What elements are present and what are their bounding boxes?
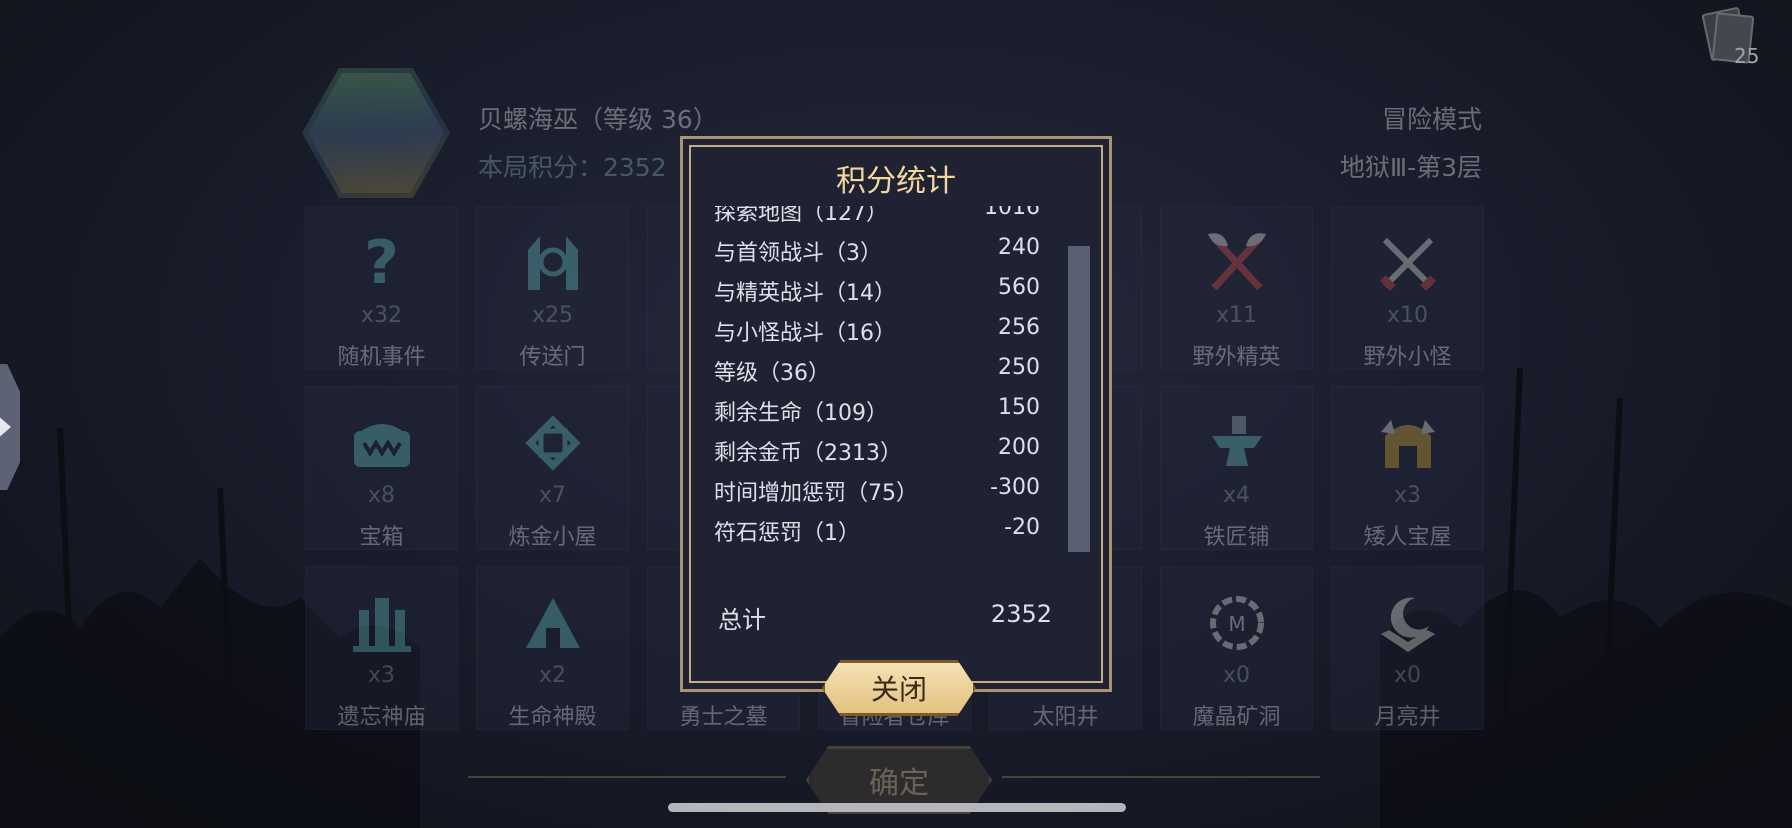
tile-field-elite: x11 野外精英 [1160, 206, 1313, 370]
row-value: 1016 [984, 206, 1040, 220]
score-list-scrollbar[interactable] [1068, 246, 1090, 692]
tile-label: 遗忘神庙 [337, 705, 426, 730]
row-name: 与精英战斗（14） [714, 281, 896, 306]
tile-label: 勇士之墓 [679, 705, 768, 730]
tile-moon-well: x0 月亮井 [1331, 566, 1484, 730]
game-mode: 冒险模式 [1381, 105, 1482, 134]
temple-icon [346, 587, 418, 659]
alchemy-icon [517, 407, 589, 479]
tile-count: x0 [1393, 663, 1422, 688]
shrine-icon [517, 587, 589, 659]
anvil-icon [1201, 407, 1273, 479]
row-value: 250 [998, 355, 1040, 380]
chest-icon [346, 407, 418, 479]
row-value: 150 [998, 395, 1040, 420]
row-name: 剩余生命（109） [714, 401, 888, 426]
row-name: 与首领战斗（3） [714, 241, 882, 266]
tile-label: 宝箱 [359, 525, 404, 550]
row-value: 200 [998, 435, 1040, 460]
tile-label: 野外小怪 [1363, 345, 1452, 370]
tile-count: x8 [367, 483, 396, 508]
tile-chest: x8 宝箱 [305, 386, 458, 550]
score-row: 剩余金币（2313） 200 [704, 428, 1066, 468]
score-row: 与小怪战斗（16） 256 [704, 308, 1066, 348]
row-name: 剩余金币（2313） [714, 441, 902, 466]
score-row: 与精英战斗（14） 560 [704, 268, 1066, 308]
tile-blacksmith: x4 铁匠铺 [1160, 386, 1313, 550]
run-score: 本局积分：2352 [478, 153, 667, 182]
tile-random-event: ? x32 随机事件 [305, 206, 458, 370]
close-button[interactable]: 关闭 [822, 660, 976, 716]
tile-count: x3 [1393, 483, 1422, 508]
modal-title: 积分统计 [836, 164, 956, 199]
tile-count: x0 [1222, 663, 1251, 688]
tile-count: x2 [538, 663, 567, 688]
tile-alchemy: x7 炼金小屋 [476, 386, 629, 550]
tile-label: 魔晶矿洞 [1192, 705, 1281, 730]
tile-label: 生命神殿 [508, 705, 597, 730]
home-indicator[interactable] [668, 803, 1126, 812]
tile-label: 太阳井 [1032, 705, 1099, 730]
tile-portal: x25 传送门 [476, 206, 629, 370]
svg-text:M: M [1228, 612, 1245, 636]
row-name: 等级（36） [714, 361, 830, 386]
crossed-swords-icon [1372, 227, 1444, 299]
score-row: 符石惩罚（1） -20 [704, 508, 1066, 548]
row-value: -20 [1004, 515, 1040, 540]
tile-forgotten-temple: x3 遗忘神庙 [305, 566, 458, 730]
score-list[interactable]: 探索地图（127） 1016 与首领战斗（3） 240 与精英战斗（14） 560 与… [704, 206, 1066, 620]
total-label: 总计 [718, 606, 766, 634]
tile-field-monster: x10 野外小怪 [1331, 206, 1484, 370]
row-name: 与小怪战斗（16） [714, 321, 896, 346]
divider-right [1002, 776, 1320, 778]
dwarf-helmet-icon [1372, 407, 1444, 479]
tile-label: 传送门 [519, 345, 586, 370]
score-row: 探索地图（127） 1016 [704, 206, 1066, 228]
tile-label: 矮人宝屋 [1363, 525, 1452, 550]
row-name: 探索地图（127） [714, 206, 888, 226]
tile-life-shrine: x2 生命神殿 [476, 566, 629, 730]
tile-label: 野外精英 [1192, 345, 1281, 370]
portal-icon [517, 227, 589, 299]
tile-count: x32 [360, 303, 402, 328]
question-icon: ? [364, 228, 399, 298]
row-name: 符石惩罚（1） [714, 521, 860, 546]
moon-well-icon [1372, 587, 1444, 659]
score-row: 与首领战斗（3） 240 [704, 228, 1066, 268]
score-row: 时间增加惩罚（75） -300 [704, 468, 1066, 508]
tile-count: x3 [367, 663, 396, 688]
divider-left [468, 776, 786, 778]
score-stats-modal: 积分统计 探索地图（127） 1016 与首领战斗（3） 240 与精英战斗（14）… [680, 136, 1112, 692]
tile-count: x11 [1215, 303, 1257, 328]
hero-avatar [302, 68, 450, 198]
tile-label: 随机事件 [337, 345, 426, 370]
tile-dwarf-treasury: x3 矮人宝屋 [1331, 386, 1484, 550]
scrollbar-thumb[interactable] [1068, 246, 1090, 552]
crystal-mine-icon: M [1201, 587, 1273, 659]
row-value: 240 [998, 235, 1040, 260]
score-row: 剩余生命（109） 150 [704, 388, 1066, 428]
tile-count: x4 [1222, 483, 1251, 508]
hero-name: 贝螺海巫（等级 36） [478, 105, 718, 134]
tile-label: 铁匠铺 [1203, 525, 1270, 550]
row-value: -300 [990, 475, 1040, 500]
tile-crystal-mine: M x0 魔晶矿洞 [1160, 566, 1313, 730]
row-value: 256 [998, 315, 1040, 340]
tile-label: 月亮井 [1374, 705, 1441, 730]
total-row: 总计 2352 [718, 600, 1052, 640]
crossed-axes-icon [1201, 227, 1273, 299]
dungeon-floor: 地狱Ⅲ-第3层 [1339, 153, 1482, 182]
tile-count: x10 [1386, 303, 1428, 328]
tile-count: x25 [531, 303, 573, 328]
tile-label: 炼金小屋 [508, 525, 597, 550]
row-name: 时间增加惩罚（75） [714, 481, 918, 506]
score-row: 等级（36） 250 [704, 348, 1066, 388]
tile-count: x7 [538, 483, 567, 508]
row-value: 560 [998, 275, 1040, 300]
total-value: 2352 [990, 600, 1052, 628]
